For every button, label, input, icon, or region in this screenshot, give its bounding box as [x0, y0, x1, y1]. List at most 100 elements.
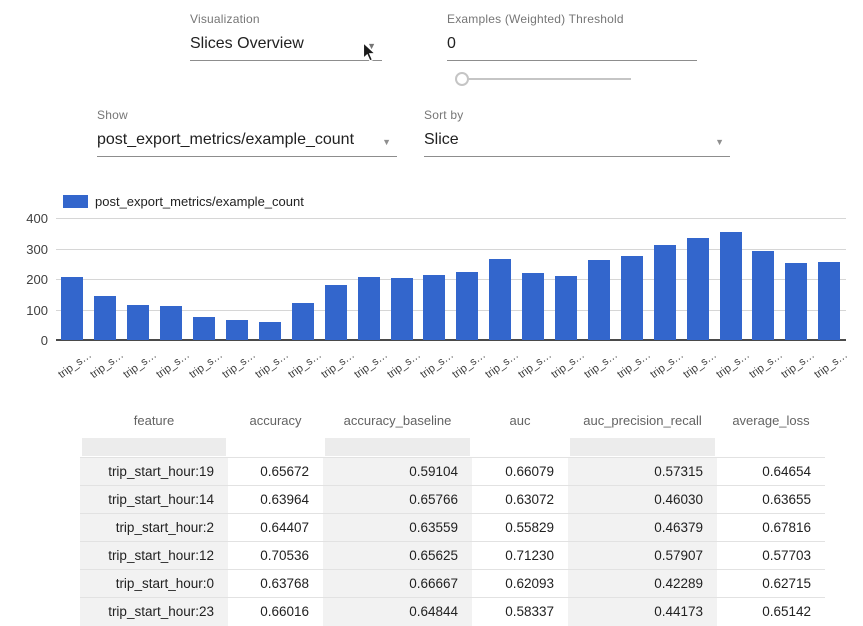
chart-plot-area: [56, 218, 846, 340]
bar[interactable]: [654, 245, 676, 340]
bar[interactable]: [489, 259, 511, 340]
table-cell: 0.63655: [717, 486, 825, 514]
mouse-cursor-icon: [362, 42, 377, 63]
x-tick-label: trip_s…: [418, 349, 456, 381]
bar[interactable]: [127, 305, 149, 340]
table-cell: 0.46379: [568, 514, 717, 542]
table-row[interactable]: trip_start_hour:20.644070.635590.558290.…: [80, 514, 825, 542]
filter-cell: [570, 438, 715, 456]
legend-swatch-icon: [63, 195, 88, 208]
column-header[interactable]: accuracy_baseline: [323, 403, 472, 437]
table-cell: 0.64407: [228, 514, 323, 542]
bar[interactable]: [522, 273, 544, 340]
bar[interactable]: [621, 256, 643, 340]
y-tick-label: 0: [14, 333, 48, 348]
column-header[interactable]: average_loss: [717, 403, 825, 437]
table-cell: 0.65142: [717, 598, 825, 626]
table-cell: 0.70536: [228, 542, 323, 570]
bar[interactable]: [292, 303, 314, 340]
visualization-dropdown[interactable]: Slices Overview ▼: [190, 33, 382, 61]
dropdown-arrow-icon[interactable]: ▼: [382, 138, 391, 147]
table-cell: 0.62093: [472, 570, 568, 598]
x-tick-label: trip_s…: [319, 349, 357, 381]
table-cell: trip_start_hour:23: [80, 598, 228, 626]
show-label: Show: [97, 108, 397, 122]
bar[interactable]: [226, 320, 248, 340]
table-cell: trip_start_hour:2: [80, 514, 228, 542]
column-header[interactable]: auc_precision_recall: [568, 403, 717, 437]
bar[interactable]: [325, 285, 347, 341]
bar[interactable]: [391, 278, 413, 340]
slider-thumb[interactable]: [455, 72, 469, 86]
bar[interactable]: [423, 275, 445, 340]
legend-label: post_export_metrics/example_count: [95, 194, 304, 209]
table-row[interactable]: trip_start_hour:140.639640.657660.630720…: [80, 486, 825, 514]
table-cell: 0.71230: [472, 542, 568, 570]
x-tick-label: trip_s…: [648, 349, 686, 381]
sort-by-label: Sort by: [424, 108, 730, 122]
x-tick-label: trip_s…: [220, 349, 258, 381]
table-cell: 0.62715: [717, 570, 825, 598]
bar[interactable]: [358, 277, 380, 340]
sort-by-dropdown[interactable]: Slice ▼: [424, 129, 730, 157]
x-tick-label: trip_s…: [582, 349, 620, 381]
metrics-table: featureaccuracyaccuracy_baselineaucauc_p…: [80, 403, 825, 626]
bar[interactable]: [555, 276, 577, 340]
x-tick-label: trip_s…: [747, 349, 785, 381]
column-header[interactable]: auc: [472, 403, 568, 437]
visualization-value: Slices Overview: [190, 35, 304, 52]
bar[interactable]: [160, 306, 182, 340]
y-tick-label: 300: [14, 242, 48, 257]
chart-legend: post_export_metrics/example_count: [63, 194, 304, 209]
table-cell: 0.46030: [568, 486, 717, 514]
table-cell: 0.58337: [472, 598, 568, 626]
threshold-input[interactable]: [447, 33, 697, 61]
table-cell: 0.57907: [568, 542, 717, 570]
bar[interactable]: [785, 263, 807, 340]
bar[interactable]: [456, 272, 478, 340]
sort-by-field: Sort by Slice ▼: [424, 108, 730, 157]
table-cell: 0.57703: [717, 542, 825, 570]
bar[interactable]: [687, 238, 709, 340]
table-row[interactable]: trip_start_hour:190.656720.591040.660790…: [80, 458, 825, 486]
bar[interactable]: [61, 277, 83, 340]
visualization-label: Visualization: [190, 12, 382, 26]
dropdown-arrow-icon[interactable]: ▼: [715, 138, 724, 147]
threshold-slider[interactable]: [455, 70, 635, 88]
bar[interactable]: [720, 232, 742, 340]
x-tick-label: trip_s…: [714, 349, 752, 381]
bar[interactable]: [752, 251, 774, 340]
bar[interactable]: [588, 260, 610, 340]
x-tick-label: trip_s…: [516, 349, 554, 381]
x-tick-label: trip_s…: [385, 349, 423, 381]
table-cell: 0.55829: [472, 514, 568, 542]
table-cell: 0.64654: [717, 458, 825, 486]
table-cell: 0.57315: [568, 458, 717, 486]
x-tick-label: trip_s…: [484, 349, 522, 381]
x-tick-label: trip_s…: [681, 349, 719, 381]
x-tick-label: trip_s…: [780, 349, 818, 381]
example-count-bar-chart: post_export_metrics/example_count 010020…: [0, 186, 863, 386]
threshold-label: Examples (Weighted) Threshold: [447, 12, 697, 26]
table-cell: 0.63559: [323, 514, 472, 542]
show-dropdown[interactable]: post_export_metrics/example_count ▼: [97, 129, 397, 157]
column-header[interactable]: feature: [80, 403, 228, 437]
table-row[interactable]: trip_start_hour:230.660160.648440.583370…: [80, 598, 825, 626]
column-header[interactable]: accuracy: [228, 403, 323, 437]
bar[interactable]: [193, 317, 215, 340]
table-cell: 0.67816: [717, 514, 825, 542]
slices-overview-page: Visualization Slices Overview ▼ Examples…: [0, 0, 863, 626]
visualization-field: Visualization Slices Overview ▼: [190, 12, 382, 61]
x-tick-label: trip_s…: [253, 349, 291, 381]
bar[interactable]: [94, 296, 116, 340]
table-row[interactable]: trip_start_hour:00.637680.666670.620930.…: [80, 570, 825, 598]
x-tick-label: trip_s…: [615, 349, 653, 381]
filter-cell: [325, 438, 470, 456]
filter-row: [80, 437, 825, 458]
table-row[interactable]: trip_start_hour:120.705360.656250.712300…: [80, 542, 825, 570]
show-value: post_export_metrics/example_count: [97, 131, 354, 148]
bar[interactable]: [818, 262, 840, 340]
show-field: Show post_export_metrics/example_count ▼: [97, 108, 397, 157]
slider-track[interactable]: [463, 78, 631, 80]
bar[interactable]: [259, 322, 281, 340]
